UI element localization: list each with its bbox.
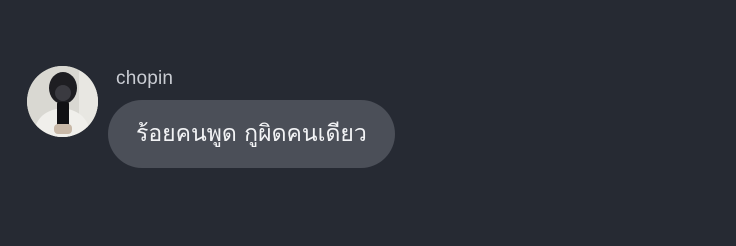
avatar-image: [27, 66, 98, 137]
message-text: ร้อยคนพูด กูผิดคนเดียว: [136, 121, 367, 147]
sender-name[interactable]: chopin: [116, 68, 173, 90]
chat-area: chopin ร้อยคนพูด กูผิดคนเดียว: [0, 0, 736, 246]
message-bubble[interactable]: ร้อยคนพูด กูผิดคนเดียว: [108, 100, 395, 168]
avatar[interactable]: [27, 66, 98, 137]
message-row: chopin ร้อยคนพูด กูผิดคนเดียว: [27, 64, 727, 174]
